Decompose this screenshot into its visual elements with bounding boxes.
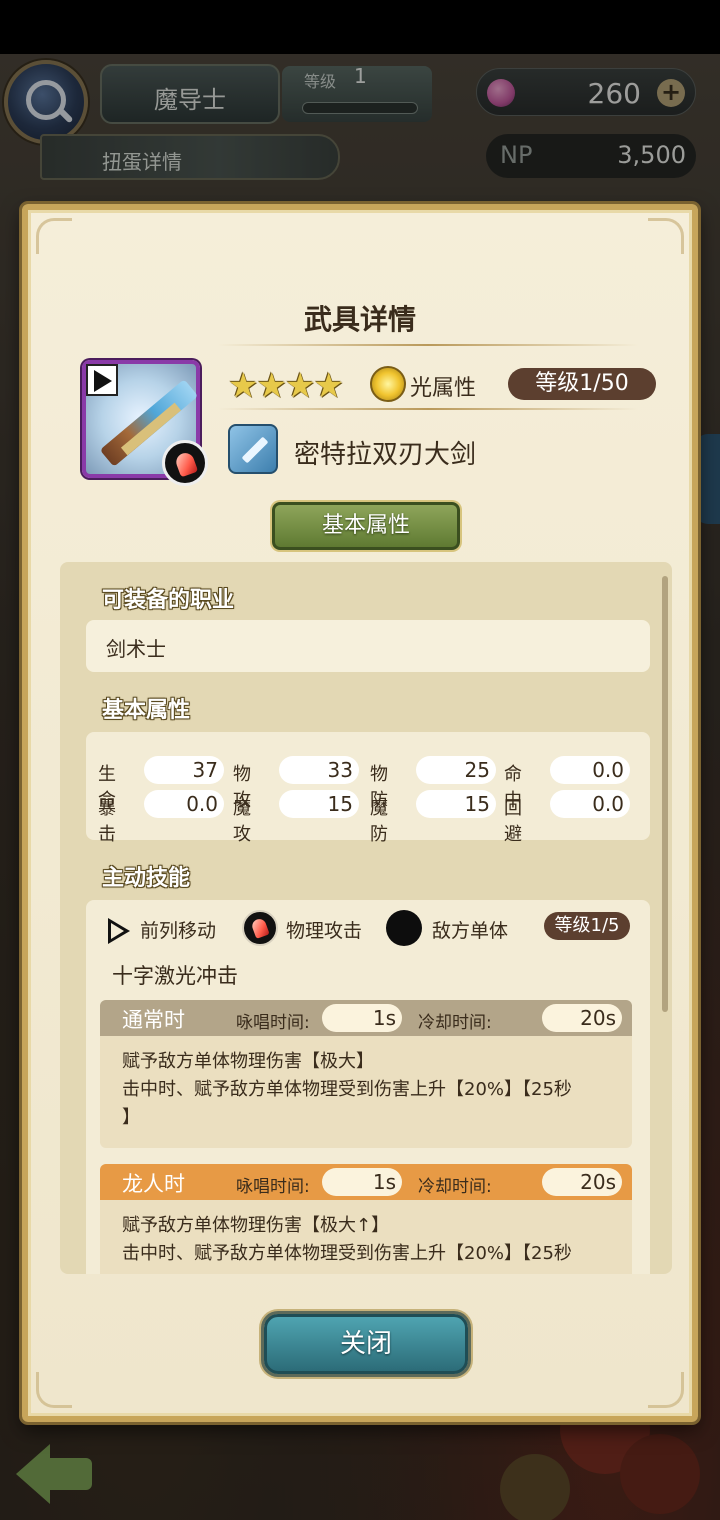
- stat-label: 回避: [504, 798, 522, 845]
- stat-value: 15: [464, 792, 490, 816]
- mode-name: 通常时: [122, 1008, 185, 1032]
- stat-label: 魔防: [370, 798, 388, 845]
- stat-value: 0.0: [592, 792, 624, 816]
- claw-icon: [242, 910, 278, 946]
- weapon-level: 等级1/50: [508, 368, 656, 400]
- mode-description: 赋予敌方单体物理伤害【极大】 击中时、赋予敌方单体物理受到伤害上升【20%】【2…: [122, 1048, 622, 1132]
- claw-icon: [173, 450, 199, 478]
- job-panel: 剑术士: [86, 620, 650, 672]
- close-button[interactable]: 关闭: [264, 1314, 468, 1374]
- cast-label: 咏唱时间:: [236, 1013, 310, 1033]
- scrollbar[interactable]: [662, 576, 668, 1012]
- desc-line: 赋予敌方单体物理伤害【极大↑】: [122, 1215, 390, 1236]
- skill-move: 前列移动: [140, 920, 217, 942]
- detail-scroll-area[interactable]: 可装备的职业 剑术士 基本属性 生命 37 物攻 33 物防 25 命中 0.0…: [60, 562, 672, 1274]
- divider: [218, 344, 638, 346]
- skill-name: 十字激光冲击: [112, 964, 238, 988]
- weapon-detail-dialog: 武具详情 ★★★★ 光属性 等级1/50 密特拉双刃大剑 基本属性 可装备的职业…: [22, 204, 698, 1422]
- corner-ornament: [36, 1372, 72, 1408]
- stat-box: 33: [279, 756, 359, 784]
- tab-basic-attributes[interactable]: 基本属性: [272, 502, 460, 550]
- stat-box: 0.0: [144, 790, 224, 818]
- stat-label: 魔攻: [233, 798, 251, 845]
- cooldown-label: 冷却时间:: [418, 1177, 492, 1197]
- stat-box: 25: [416, 756, 496, 784]
- stat-value: 25: [464, 758, 490, 782]
- stat-value: 0.0: [592, 758, 624, 782]
- skill-type: 物理攻击: [286, 920, 363, 942]
- section-title-stats: 基本属性: [102, 698, 191, 723]
- stats-row: 生命 37 物攻 33 物防 25 命中 0.0: [98, 756, 638, 811]
- stat-box: 15: [279, 790, 359, 818]
- cast-value: 1s: [322, 1168, 402, 1196]
- cooldown-label: 冷却时间:: [418, 1013, 492, 1033]
- claw-glyph: [250, 917, 270, 939]
- dialog-title: 武具详情: [303, 303, 416, 336]
- play-icon: [94, 370, 112, 392]
- stat-value: 33: [327, 758, 353, 782]
- stat-box: 37: [144, 756, 224, 784]
- sword-glyph: [241, 436, 269, 464]
- sword-type-icon: [228, 424, 278, 474]
- cast-value: 1s: [322, 1004, 402, 1032]
- stat-box: 0.0: [550, 756, 630, 784]
- rarity-stars: ★★★★: [228, 366, 344, 406]
- skill-mode-dragon: 龙人时 咏唱时间: 1s 冷却时间: 20s 赋予敌方单体物理伤害【极大↑】 击…: [100, 1164, 632, 1274]
- section-title-jobs: 可装备的职业: [102, 588, 235, 613]
- mode-header: 通常时 咏唱时间: 1s 冷却时间: 20s: [100, 1000, 632, 1036]
- mode-name: 龙人时: [122, 1172, 185, 1196]
- divider: [218, 408, 638, 410]
- stats-panel: 生命 37 物攻 33 物防 25 命中 0.0 暴击 0.0 魔攻 15 魔防…: [86, 732, 650, 845]
- section-title-skill: 主动技能: [102, 866, 191, 891]
- equippable-job: 剑术士: [106, 637, 166, 661]
- play-icon-inner: [111, 923, 124, 939]
- cast-label: 咏唱时间:: [236, 1177, 310, 1197]
- mode-description: 赋予敌方单体物理伤害【极大↑】 击中时、赋予敌方单体物理受到伤害上升【20%】【…: [122, 1212, 622, 1268]
- stat-label: 暴击: [98, 798, 116, 845]
- stat-box: 0.0: [550, 790, 630, 818]
- skill-target: 敌方单体: [432, 920, 509, 942]
- desc-line: 】: [122, 1107, 140, 1128]
- weapon-name: 密特拉双刃大剑: [294, 440, 477, 470]
- mode-header: 龙人时 咏唱时间: 1s 冷却时间: 20s: [100, 1164, 632, 1200]
- stat-value: 37: [192, 758, 218, 782]
- cooldown-value: 20s: [542, 1168, 622, 1196]
- desc-line: 赋予敌方单体物理伤害【极大】: [122, 1051, 374, 1072]
- skill-panel: 前列移动 物理攻击 敌方单体 等级1/5 十字激光冲击 通常时 咏唱时间: 1s…: [86, 900, 650, 1274]
- desc-line: 击中时、赋予敌方单体物理受到伤害上升【20%】【25秒: [122, 1079, 572, 1100]
- physical-attack-badge: [162, 440, 208, 486]
- corner-ornament: [648, 1372, 684, 1408]
- stat-box: 15: [416, 790, 496, 818]
- corner-ornament: [36, 218, 72, 254]
- stat-value: 15: [327, 792, 353, 816]
- stat-value: 0.0: [186, 792, 218, 816]
- cooldown-value: 20s: [542, 1004, 622, 1032]
- skill-level: 等级1/5: [544, 912, 630, 940]
- corner-ornament: [648, 218, 684, 254]
- weapon-thumbnail[interactable]: [82, 360, 208, 486]
- skill-mode-normal: 通常时 咏唱时间: 1s 冷却时间: 20s 赋予敌方单体物理伤害【极大】 击中…: [100, 1000, 632, 1148]
- light-attribute-icon: [370, 366, 406, 402]
- move-forward-badge: [86, 364, 118, 396]
- attribute-label: 光属性: [410, 376, 477, 401]
- desc-line: 击中时、赋予敌方单体物理受到伤害上升【20%】【25秒: [122, 1243, 572, 1264]
- target-icon: [386, 910, 422, 946]
- game-scene: x250 魔导士 等级 1 260 + 扭蛋详情 NP 3,500: [0, 54, 720, 1520]
- stats-row: 暴击 0.0 魔攻 15 魔防 15 回避 0.0: [98, 790, 638, 845]
